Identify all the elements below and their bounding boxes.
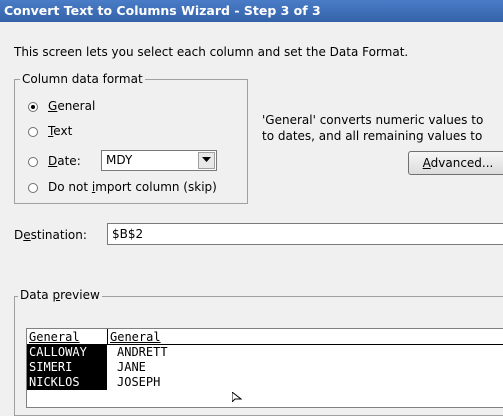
preview-column-header[interactable]: General: [108, 329, 503, 345]
preview-cell: ANDRETT: [117, 345, 168, 359]
column-data-format-legend: Column data format: [20, 72, 145, 86]
preview-cell: NICKLOS: [27, 375, 107, 390]
radio-date[interactable]: [28, 157, 38, 167]
format-hint-line2: to dates, and all remaining values to: [262, 129, 483, 143]
data-preview-grid[interactable]: General CALLOWAY SIMERI NICKLOS General …: [26, 328, 503, 408]
destination-value: $B$2: [112, 227, 144, 241]
preview-cell: JOSEPH: [117, 375, 161, 389]
mouse-cursor-icon: [232, 392, 242, 402]
chevron-down-icon: [202, 157, 211, 162]
preview-column-header[interactable]: General: [27, 329, 107, 345]
destination-input[interactable]: $B$2: [107, 223, 503, 245]
radio-text-label[interactable]: Text: [48, 124, 72, 138]
preview-column-1[interactable]: General CALLOWAY SIMERI NICKLOS: [27, 329, 107, 390]
destination-label: Destination:: [14, 228, 87, 242]
window-title: Convert Text to Columns Wizard - Step 3 …: [0, 0, 503, 22]
radio-selected-dot: [31, 105, 35, 109]
radio-skip-label[interactable]: Do not import column (skip): [48, 180, 217, 194]
radio-general-label[interactable]: General: [48, 99, 95, 113]
radio-skip[interactable]: [28, 183, 38, 193]
preview-cell: CALLOWAY: [27, 345, 107, 360]
preview-column-2[interactable]: General ANDRETT JANE JOSEPH: [108, 329, 503, 390]
radio-date-label[interactable]: Date:: [48, 154, 81, 168]
format-hint-line1: 'General' converts numeric values to: [262, 113, 484, 127]
radio-text[interactable]: [28, 127, 38, 137]
date-format-value: MDY: [106, 153, 133, 167]
intro-text: This screen lets you select each column …: [14, 45, 409, 59]
data-preview-legend: Data preview: [18, 288, 102, 302]
advanced-button[interactable]: Advanced...: [408, 151, 503, 175]
date-format-select[interactable]: MDY: [101, 150, 217, 171]
preview-cell: SIMERI: [27, 360, 107, 375]
radio-general[interactable]: [28, 102, 38, 112]
preview-cell: JANE: [117, 360, 146, 374]
dropdown-button[interactable]: [198, 152, 215, 169]
